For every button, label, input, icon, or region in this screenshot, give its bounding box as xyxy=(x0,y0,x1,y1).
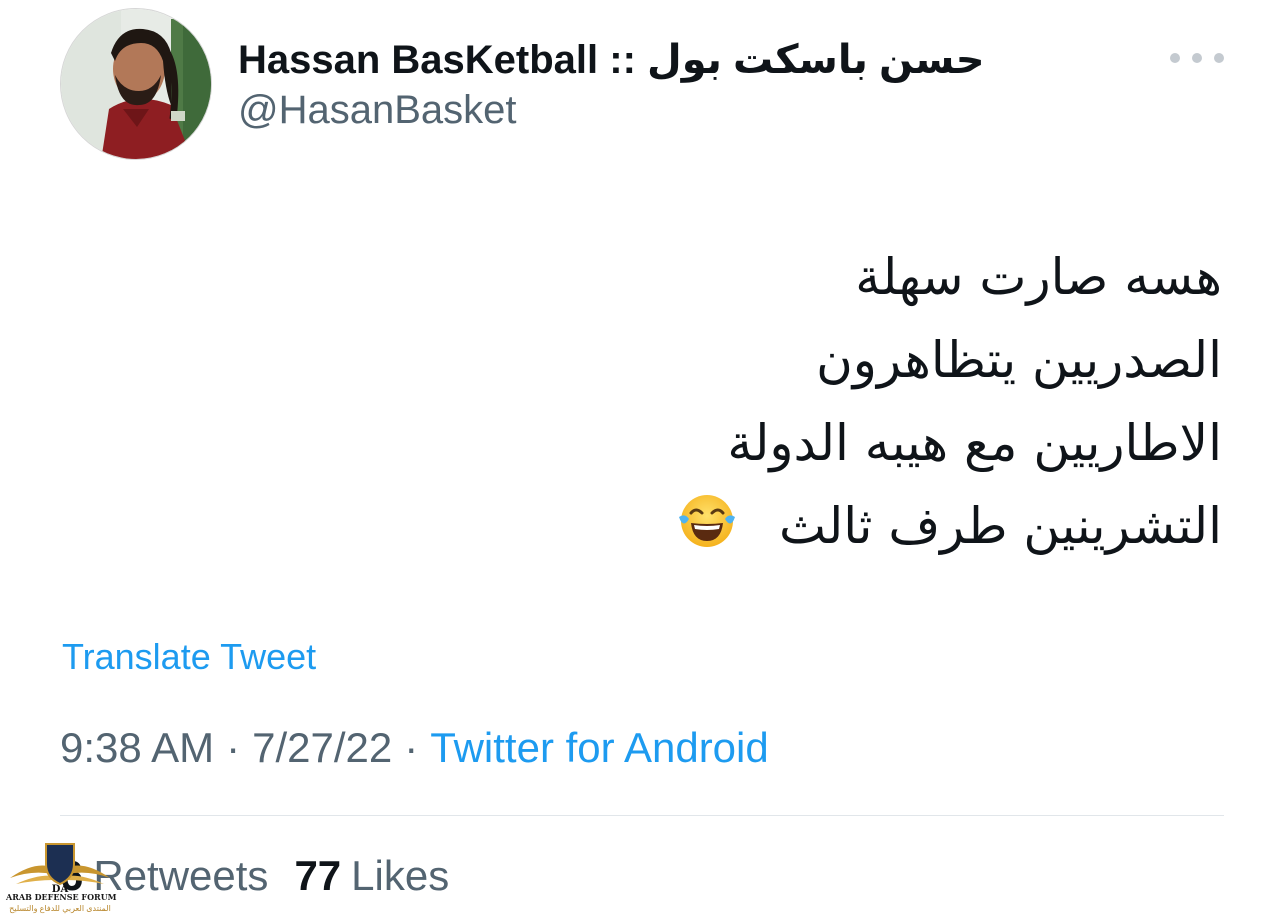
more-dot-icon xyxy=(1192,53,1202,63)
user-handle[interactable]: @HasanBasket xyxy=(238,88,517,133)
likes-stat[interactable]: 77 Likes xyxy=(294,852,449,900)
avatar-photo xyxy=(61,9,211,159)
more-dot-icon xyxy=(1170,53,1180,63)
tweet-line: الاطاريين مع هيبه الدولة xyxy=(727,414,1222,472)
watermark-title: ARAB DEFENSE FORUM xyxy=(6,892,117,902)
tweet-line-last: التشرينين طرف ثالث xyxy=(322,485,1222,568)
tweet-line: التشرينين طرف ثالث xyxy=(778,497,1222,555)
tweet-time[interactable]: 9:38 AM xyxy=(60,724,214,772)
tweet-meta: 9:38 AM · 7/27/22 · Twitter for Android xyxy=(60,724,769,772)
tweet-text: هسه صارت سهلة الصدريين يتظاهرون الاطاريي… xyxy=(322,236,1222,568)
retweets-label: Retweets xyxy=(93,852,269,899)
tweet-source-link[interactable]: Twitter for Android xyxy=(430,724,768,772)
watermark-subtitle: المنتدى العربي للدفاع والتسليح xyxy=(9,904,111,913)
tweet-stats: 6 Retweets 77 Likes xyxy=(60,852,449,900)
meta-separator: · xyxy=(404,724,419,771)
display-name-row[interactable]: Hassan BasKetball :: حسن باسكت بول xyxy=(238,34,985,86)
translate-tweet-link[interactable]: Translate Tweet xyxy=(62,636,316,678)
divider xyxy=(60,815,1224,816)
display-name[interactable]: Hassan BasKetball :: حسن باسكت بول xyxy=(238,37,985,83)
eagle-shield-icon: DA xyxy=(10,843,110,895)
likes-label: Likes xyxy=(351,852,450,899)
avatar[interactable] xyxy=(60,8,212,160)
more-dot-icon xyxy=(1214,53,1224,63)
more-options-button[interactable] xyxy=(1170,44,1224,72)
tweet-date[interactable]: 7/27/22 xyxy=(252,724,392,772)
tweet-line: الصدريين يتظاهرون xyxy=(816,331,1222,389)
watermark-logo: DA ARAB DEFENSE FORUM المنتدى العربي للد… xyxy=(6,838,117,918)
likes-count: 77 xyxy=(294,852,342,899)
meta-separator: · xyxy=(226,724,241,771)
face-with-tears-of-joy-icon xyxy=(677,491,737,551)
tweet-line: هسه صارت سهلة xyxy=(855,248,1222,306)
tweet-card: Hassan BasKetball :: حسن باسكت بول @Hasa… xyxy=(0,0,1284,920)
